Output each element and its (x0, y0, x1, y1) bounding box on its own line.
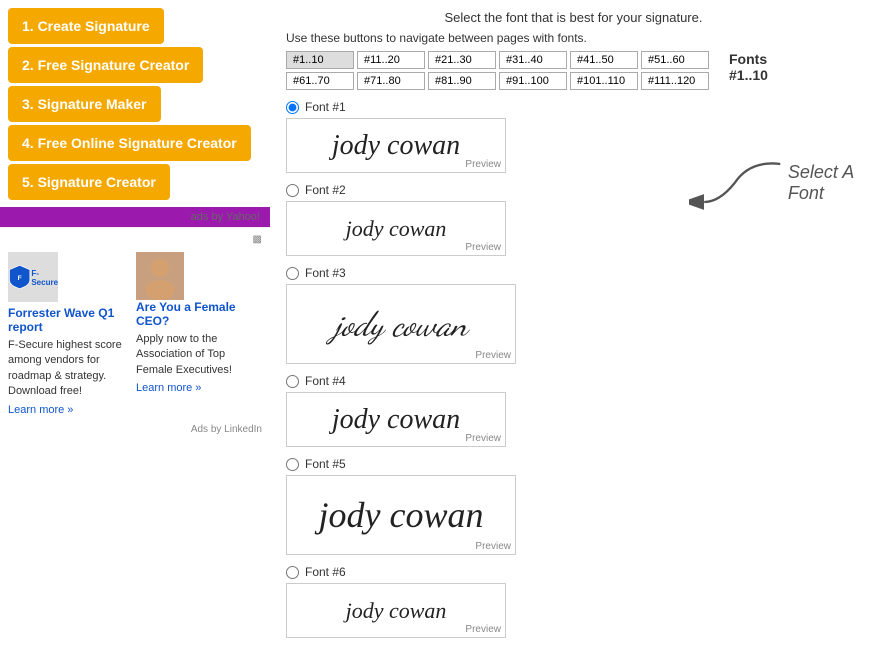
nav-hint: Use these buttons to navigate between pa… (286, 31, 861, 45)
nav-menu: 1. Create Signature 2. Free Signature Cr… (0, 0, 270, 203)
svg-text:F: F (18, 275, 22, 282)
font3-preview-tag: Preview (475, 350, 511, 361)
font2-label[interactable]: Font #2 (286, 183, 709, 197)
font2-radio[interactable] (286, 184, 299, 197)
select-font-arrow (689, 143, 788, 223)
font5-radio[interactable] (286, 458, 299, 471)
ads-linkedin-label: Ads by LinkedIn (8, 424, 262, 435)
page-btn-21-30[interactable]: #21..30 (428, 51, 496, 69)
nav-signature-creator[interactable]: 5. Signature Creator (8, 164, 170, 200)
page-btn-101-110[interactable]: #101..110 (570, 72, 638, 90)
sidebar: 1. Create Signature 2. Free Signature Cr… (0, 0, 270, 658)
page-btn-51-60[interactable]: #51..60 (641, 51, 709, 69)
select-font-text: Select A Font (788, 162, 869, 204)
page-btn-31-40[interactable]: #31..40 (499, 51, 567, 69)
page-btn-11-20[interactable]: #11..20 (357, 51, 425, 69)
font4-radio[interactable] (286, 375, 299, 388)
font-entry-2: Font #2 jody cowan Preview (286, 183, 709, 256)
ad-item-female-ceo: Are You a Female CEO? Apply now to the A… (136, 252, 256, 416)
page-btn-41-50[interactable]: #41..50 (570, 51, 638, 69)
page-btn-1-10[interactable]: #1..10 (286, 51, 354, 69)
font-entry-3: Font #3 jody cowan Preview (286, 266, 709, 364)
font3-preview[interactable]: jody cowan Preview (286, 284, 516, 364)
nav-free-online-signature-creator[interactable]: 4. Free Online Signature Creator (8, 125, 251, 161)
font3-text: jody cowan (334, 304, 467, 345)
ad1-link[interactable]: Learn more » (8, 404, 128, 416)
font-entry-4: Font #4 jody cowan Preview (286, 374, 709, 447)
font4-text: jody cowan (332, 404, 460, 436)
main-content: Select the font that is best for your si… (270, 0, 877, 658)
font2-preview[interactable]: jody cowan Preview (286, 201, 506, 256)
font6-preview-tag: Preview (465, 624, 501, 635)
main-title: Select the font that is best for your si… (286, 10, 861, 25)
font1-preview-tag: Preview (465, 159, 501, 170)
ad1-desc: F-Secure highest score among vendors for… (8, 338, 128, 400)
font5-label[interactable]: Font #5 (286, 457, 709, 471)
font6-preview[interactable]: jody cowan Preview (286, 583, 506, 638)
person-image (136, 252, 184, 300)
font3-label[interactable]: Font #3 (286, 266, 709, 280)
font2-text: jody cowan (346, 216, 447, 242)
font6-text: jody cowan (346, 598, 447, 624)
ad-disclosure-icon: ▩ (253, 234, 262, 245)
nav-signature-maker[interactable]: 3. Signature Maker (8, 86, 161, 122)
font1-preview[interactable]: jody cowan Preview (286, 118, 506, 173)
ad2-desc: Apply now to the Association of Top Fema… (136, 332, 256, 378)
font1-text: jody cowan (332, 130, 460, 162)
font4-preview[interactable]: jody cowan Preview (286, 392, 506, 447)
ad-section: ▩ F F-Secure Forrester Wave Q1 report F-… (0, 227, 270, 441)
nav-free-signature-creator[interactable]: 2. Free Signature Creator (8, 47, 203, 83)
left-panel: #1..10 #11..20 #21..30 #31..40 #41..50 #… (286, 51, 709, 648)
font4-label[interactable]: Font #4 (286, 374, 709, 388)
ads-by-yahoo-label: ads by Yahoo! (0, 207, 270, 227)
font4-preview-tag: Preview (465, 433, 501, 444)
page-btn-91-100[interactable]: #91..100 (499, 72, 567, 90)
ad-card: F F-Secure Forrester Wave Q1 report F-Se… (8, 252, 262, 416)
font6-radio[interactable] (286, 566, 299, 579)
page-btn-81-90[interactable]: #81..90 (428, 72, 496, 90)
ad2-link[interactable]: Learn more » (136, 382, 256, 394)
fonts-label: Fonts#1..10 (729, 51, 869, 83)
page-btn-71-80[interactable]: #71..80 (357, 72, 425, 90)
page-btn-111-120[interactable]: #111..120 (641, 72, 709, 90)
font5-text: jody cowan (319, 494, 484, 536)
font-entry-1: Font #1 jody cowan Preview (286, 100, 709, 173)
font2-preview-tag: Preview (465, 242, 501, 253)
font-entry-6: Font #6 jody cowan Preview (286, 565, 709, 638)
fsecure-logo: F F-Secure (8, 252, 58, 302)
ad2-title[interactable]: Are You a Female CEO? (136, 300, 256, 328)
font6-label[interactable]: Font #6 (286, 565, 709, 579)
page-btn-61-70[interactable]: #61..70 (286, 72, 354, 90)
right-panel: Fonts#1..10 Select A Font (719, 51, 869, 223)
font-entry-5: Font #5 jody cowan Preview (286, 457, 709, 555)
font1-radio[interactable] (286, 101, 299, 114)
font3-radio[interactable] (286, 267, 299, 280)
font5-preview[interactable]: jody cowan Preview (286, 475, 516, 555)
ad-item-fsecure: F F-Secure Forrester Wave Q1 report F-Se… (8, 252, 128, 416)
font1-label[interactable]: Font #1 (286, 100, 709, 114)
ad1-title[interactable]: Forrester Wave Q1 report (8, 306, 128, 334)
font5-preview-tag: Preview (475, 541, 511, 552)
nav-create-signature[interactable]: 1. Create Signature (8, 8, 164, 44)
